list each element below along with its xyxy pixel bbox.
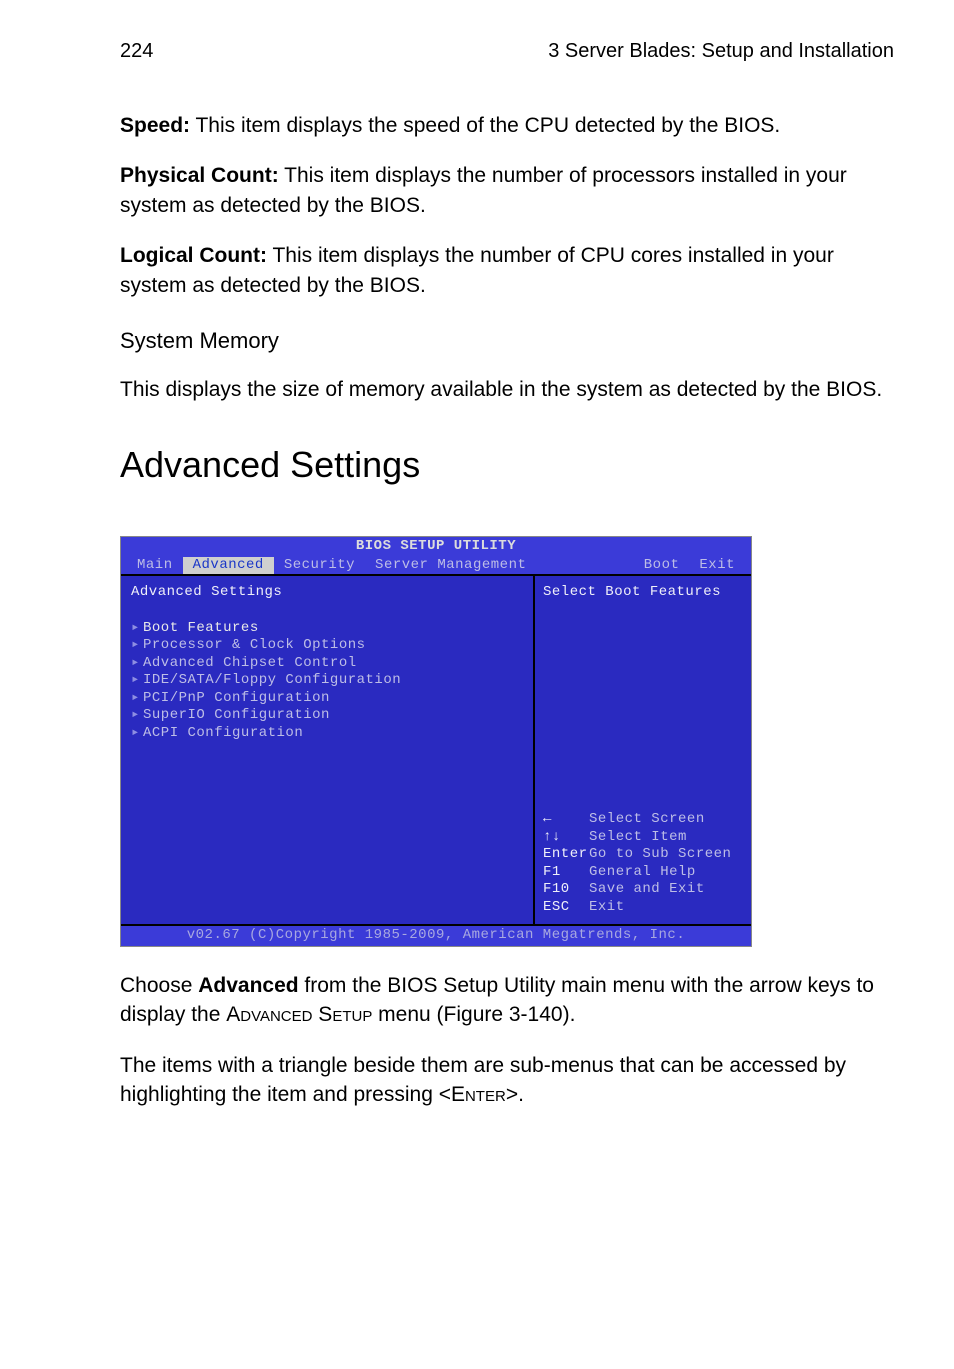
submenu-arrow-icon: ▸ [131,725,143,743]
bios-item-label: Advanced Chipset Control [143,655,357,671]
text-fragment: Choose [120,974,198,997]
hint-key-f1: F1 [543,864,589,882]
submenu-arrow-icon: ▸ [131,637,143,655]
bios-item-label: Boot Features [143,620,259,636]
para-speed: Speed: This item displays the speed of t… [120,111,894,140]
hint-key-f10: F10 [543,881,589,899]
text-fragment: menu (Figure 3-140). [372,1003,575,1026]
enter-smallcaps: Enter [451,1083,506,1106]
bios-tabs: Main Advanced Security Server Management… [121,557,751,575]
section-advanced-settings: Advanced Settings [120,444,894,486]
bios-item-pci-pnp[interactable]: ▸PCI/PnP Configuration [131,690,523,708]
hint-key-arrow-lr: ← [543,811,589,829]
bios-item-label: PCI/PnP Configuration [143,690,330,706]
para-submenu-note: The items with a triangle beside them ar… [120,1051,894,1110]
chapter-title: 3 Server Blades: Setup and Installation [548,40,894,63]
para-system-memory: This displays the size of memory availab… [120,375,894,404]
text-fragment: >. [506,1083,524,1106]
hint-save-exit: Save and Exit [589,881,705,897]
hint-key-esc: ESC [543,899,589,917]
hint-select-screen: Select Screen [589,811,705,827]
advanced-bold: Advanced [198,974,298,997]
advanced-setup-smallcaps: Advanced Setup [226,1003,372,1026]
hint-exit: Exit [589,899,625,915]
bios-tab-boot[interactable]: Boot [634,557,690,575]
hint-sub-screen: Go to Sub Screen [589,846,731,862]
bios-footer-copyright: v02.67 (C)Copyright 1985-2009, American … [121,924,751,946]
submenu-arrow-icon: ▸ [131,655,143,673]
bios-tab-advanced[interactable]: Advanced [183,557,274,575]
bios-item-boot-features[interactable]: ▸Boot Features [131,620,523,638]
bios-key-hints: ←Select Screen ↑↓Select Item EnterGo to … [543,811,743,916]
bios-item-ide-sata-floppy[interactable]: ▸IDE/SATA/Floppy Configuration [131,672,523,690]
para-choose-advanced: Choose Advanced from the BIOS Setup Util… [120,971,894,1030]
bios-item-label: IDE/SATA/Floppy Configuration [143,672,401,688]
hint-key-enter: Enter [543,846,589,864]
submenu-arrow-icon: ▸ [131,620,143,638]
hint-general-help: General Help [589,864,696,880]
subheading-system-memory: System Memory [120,328,894,354]
page-header: 224 3 Server Blades: Setup and Installat… [120,40,894,63]
logical-count-label: Logical Count: [120,244,267,267]
bios-item-help: Select Boot Features [543,584,743,602]
bios-window-title: BIOS SETUP UTILITY [121,537,751,557]
bios-item-superio[interactable]: ▸SuperIO Configuration [131,707,523,725]
submenu-arrow-icon: ▸ [131,690,143,708]
bios-tab-main[interactable]: Main [127,557,183,575]
submenu-arrow-icon: ▸ [131,707,143,725]
bios-item-label: Processor & Clock Options [143,637,366,653]
bios-item-label: SuperIO Configuration [143,707,330,723]
bios-panel-heading: Advanced Settings [131,584,523,602]
bios-tab-exit[interactable]: Exit [689,557,745,575]
speed-label: Speed: [120,114,190,137]
page-number: 224 [120,40,153,63]
para-physical-count: Physical Count: This item displays the n… [120,161,894,220]
physical-count-label: Physical Count: [120,164,279,187]
bios-screenshot: BIOS SETUP UTILITY Main Advanced Securit… [120,536,752,947]
bios-item-processor-clock[interactable]: ▸Processor & Clock Options [131,637,523,655]
hint-select-item: Select Item [589,829,687,845]
bios-left-pane: Advanced Settings ▸Boot Features ▸Proces… [121,576,535,924]
para-logical-count: Logical Count: This item displays the nu… [120,241,894,300]
hint-key-arrow-ud: ↑↓ [543,829,589,847]
bios-tab-security[interactable]: Security [274,557,365,575]
bios-right-pane: Select Boot Features ←Select Screen ↑↓Se… [535,576,751,924]
bios-tab-server-management[interactable]: Server Management [365,557,536,575]
bios-item-acpi[interactable]: ▸ACPI Configuration [131,725,523,743]
bios-item-label: ACPI Configuration [143,725,303,741]
speed-text: This item displays the speed of the CPU … [190,114,780,137]
bios-item-advanced-chipset[interactable]: ▸Advanced Chipset Control [131,655,523,673]
submenu-arrow-icon: ▸ [131,672,143,690]
